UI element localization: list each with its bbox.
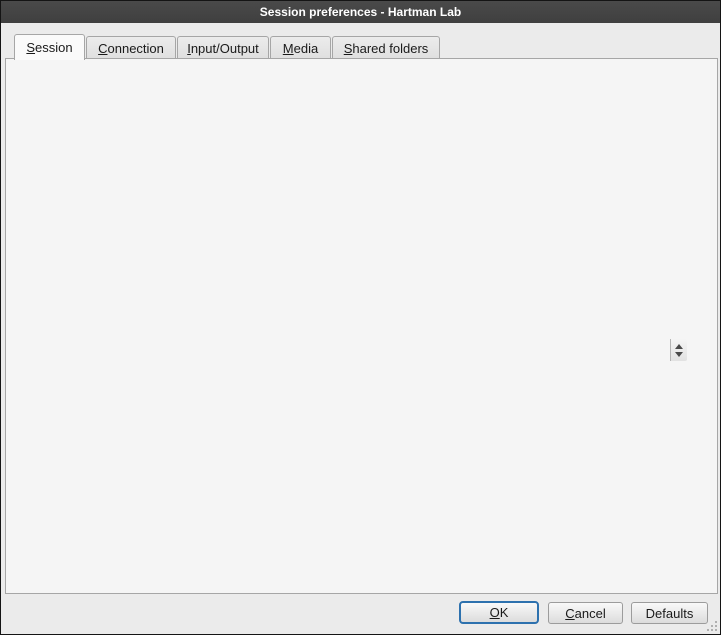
defaults-button[interactable]: Defaults xyxy=(631,602,708,624)
tab-shared-folders[interactable]: Shared folders xyxy=(332,36,440,59)
session-tab-pane xyxy=(5,58,718,594)
tab-input-output[interactable]: Input/Output xyxy=(177,36,269,59)
session-preferences-dialog: Session preferences - Hartman Lab Sessio… xyxy=(0,0,721,635)
window-titlebar[interactable]: Session preferences - Hartman Lab xyxy=(1,1,720,23)
tab-input-output-label: Input/Output xyxy=(187,41,259,56)
cancel-button[interactable]: Cancel xyxy=(548,602,623,624)
resize-grip[interactable] xyxy=(707,621,717,631)
tab-media[interactable]: Media xyxy=(270,36,331,59)
window-title: Session preferences - Hartman Lab xyxy=(260,5,461,19)
tab-media-label: Media xyxy=(283,41,318,56)
tab-connection-label: Connection xyxy=(98,41,164,56)
tab-connection[interactable]: Connection xyxy=(86,36,176,59)
spin-up-icon[interactable] xyxy=(675,344,683,349)
tab-session-label: Session xyxy=(26,40,72,55)
tab-shared-folders-label: Shared folders xyxy=(344,41,429,56)
ok-button[interactable]: OK xyxy=(459,601,539,624)
spin-down-icon[interactable] xyxy=(675,352,683,357)
spin-buttons xyxy=(670,339,687,361)
tab-session[interactable]: Session xyxy=(14,34,85,60)
